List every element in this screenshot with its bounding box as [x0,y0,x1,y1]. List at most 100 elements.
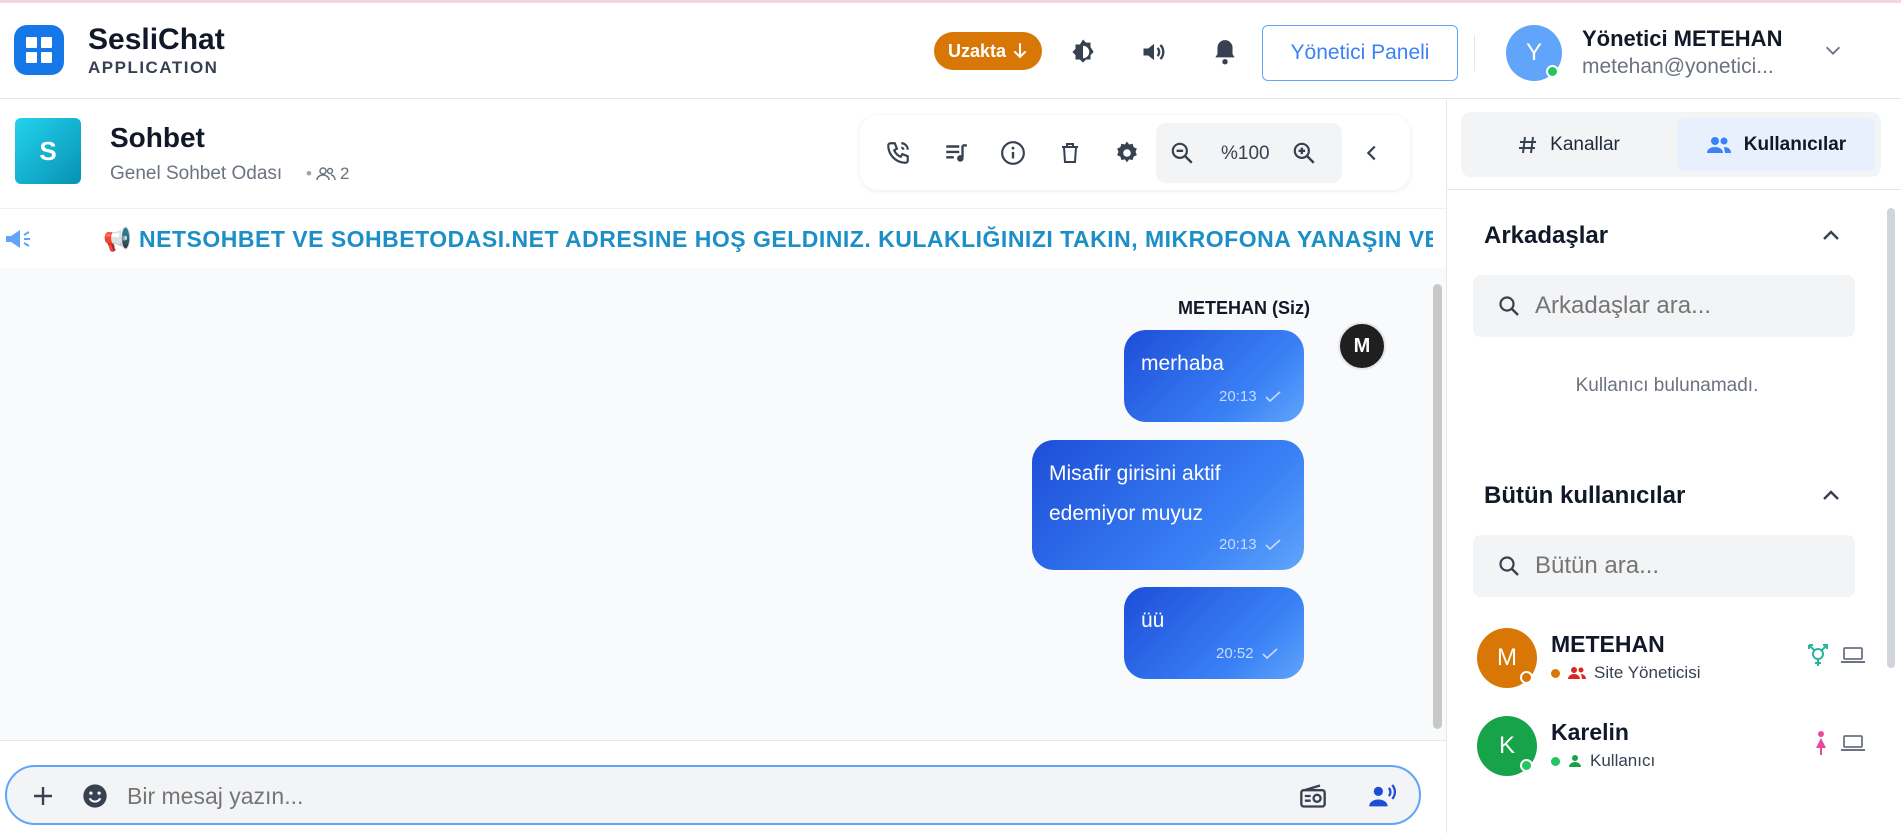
room-avatar: S [15,118,81,184]
message-input[interactable] [127,779,1277,813]
zoom-out-icon[interactable] [1166,137,1198,169]
user-role: Site Yöneticisi [1551,663,1700,683]
user-email: metehan@yonetici... [1582,55,1774,78]
panel-tabs: Kanallar Kullanıcılar [1461,112,1881,177]
emoji-icon[interactable] [79,780,111,812]
user-avatar: M [1477,628,1537,688]
zoom-control: %100 [1156,123,1342,183]
online-status-dot [1546,65,1559,78]
app-title: SesliChat [88,23,225,56]
user-name: Karelin [1551,719,1629,745]
message-meta: 20:52 [1216,645,1278,662]
read-check-icon [1264,538,1281,550]
tab-channels[interactable]: Kanallar [1469,118,1669,171]
search-icon [1497,294,1521,323]
transgender-icon [1805,642,1831,675]
message-scrollbar[interactable] [1433,284,1442,729]
panel-scrollbar[interactable] [1887,208,1895,668]
delete-trash-icon[interactable] [1054,137,1086,169]
app-logo-icon[interactable] [14,25,64,75]
status-dot [1551,756,1560,766]
notifications-bell-icon[interactable] [1208,35,1242,69]
message-time: 20:52 [1216,645,1254,662]
all-users-section-title: Bütün kullanıcılar [1484,482,1686,509]
info-icon[interactable] [997,137,1029,169]
user-initial: M [1497,644,1517,671]
header-divider [1474,35,1475,71]
user-avatar-initial: Y [1525,39,1542,66]
status-dot [1551,668,1560,678]
message-text: merhaba [1141,352,1224,375]
friends-empty-message: Kullanıcı bulunamadı. [1575,375,1759,396]
volume-icon[interactable] [1137,35,1171,69]
voice-speak-icon[interactable] [1367,780,1399,812]
app-header: SesliChat APPLICATION Uzakta Yönetici Pa… [0,3,1901,99]
user-list-item[interactable]: K Karelin Kullanıcı [1467,706,1877,796]
message-list[interactable]: METEHAN (Siz) M merhaba 20:13 Misafir gi… [0,268,1446,740]
tab-label: Kanallar [1550,133,1620,155]
user-avatar: K [1477,716,1537,776]
app-subtitle: APPLICATION [88,58,219,77]
friends-search-input[interactable] [1535,289,1835,323]
settings-gear-icon[interactable] [1111,137,1143,169]
chevron-left-icon[interactable] [1356,137,1388,169]
message-bubble[interactable]: merhaba 20:13 [1124,330,1304,422]
female-icon [1813,730,1829,761]
composer-area [0,740,1446,833]
message-sender: METEHAN (Siz) [1178,298,1310,318]
room-member-count: • 2 [306,164,350,183]
megaphone-icon [4,227,34,256]
panel-divider [1447,189,1901,190]
add-attachment-icon[interactable] [27,780,59,812]
side-panel: Kanallar Kullanıcılar Arkadaşlar Kullanı… [1446,100,1901,833]
user-role-label: Kullanıcı [1590,751,1656,770]
chat-toolbar: %100 [860,115,1410,190]
room-subtitle: Genel Sohbet Odası [110,163,283,184]
chevron-up-icon[interactable] [1819,484,1843,513]
user-role-label: Site Yöneticisi [1594,663,1701,682]
theme-toggle-icon[interactable] [1066,35,1100,69]
user-avatar[interactable]: Y [1506,25,1562,81]
read-check-icon [1264,390,1281,402]
playlist-music-icon[interactable] [940,137,972,169]
message-composer [5,765,1421,825]
desktop-device-icon [1841,646,1865,669]
message-bubble[interactable]: Misafir girisini aktif edemiyor muyuz 20… [1032,440,1304,570]
user-status-dot [1520,671,1533,684]
desktop-device-icon [1841,734,1865,757]
arrow-down-icon [1014,43,1027,59]
message-meta: 20:13 [1219,536,1281,553]
admin-panel-button[interactable]: Yönetici Paneli [1262,25,1458,81]
member-count-value: 2 [339,164,350,183]
user-icon [1569,755,1581,767]
sender-avatar[interactable]: M [1338,322,1386,370]
status-label: Uzakta [947,40,1007,61]
friends-section-title: Arkadaşlar [1484,222,1609,249]
user-initial: K [1498,732,1515,759]
radio-icon[interactable] [1297,780,1329,812]
chat-header: S Sohbet Genel Sohbet Odası • 2 %100 [0,100,1446,208]
user-status-dot [1520,759,1533,772]
message-text: üü [1141,609,1165,632]
members-icon [316,167,336,181]
message-meta: 20:13 [1219,388,1281,405]
zoom-level: %100 [1221,143,1270,164]
phone-call-icon[interactable] [882,137,914,169]
friends-search [1473,275,1855,337]
admin-users-icon [1568,667,1586,679]
announcement-text: 📢 NETSOHBET VE SOHBETODASI.NET ADRESINE … [103,226,1433,252]
chevron-up-icon[interactable] [1819,224,1843,253]
tab-users[interactable]: Kullanıcılar [1677,118,1875,171]
status-away-button[interactable]: Uzakta [934,32,1042,70]
announcement-banner: 📢 NETSOHBET VE SOHBETODASI.NET ADRESINE … [0,208,1446,268]
user-role: Kullanıcı [1551,751,1655,771]
chevron-down-icon[interactable] [1822,39,1844,66]
app-root: SesliChat APPLICATION Uzakta Yönetici Pa… [0,0,1901,833]
tab-label: Kullanıcılar [1743,133,1847,155]
message-time: 20:13 [1219,388,1257,405]
all-users-search-input[interactable] [1535,549,1835,583]
user-list-item[interactable]: M METEHAN Site Yöneticisi [1467,618,1877,708]
room-title: Sohbet [110,122,205,153]
message-bubble[interactable]: üü 20:52 [1124,587,1304,679]
zoom-in-icon[interactable] [1288,137,1320,169]
